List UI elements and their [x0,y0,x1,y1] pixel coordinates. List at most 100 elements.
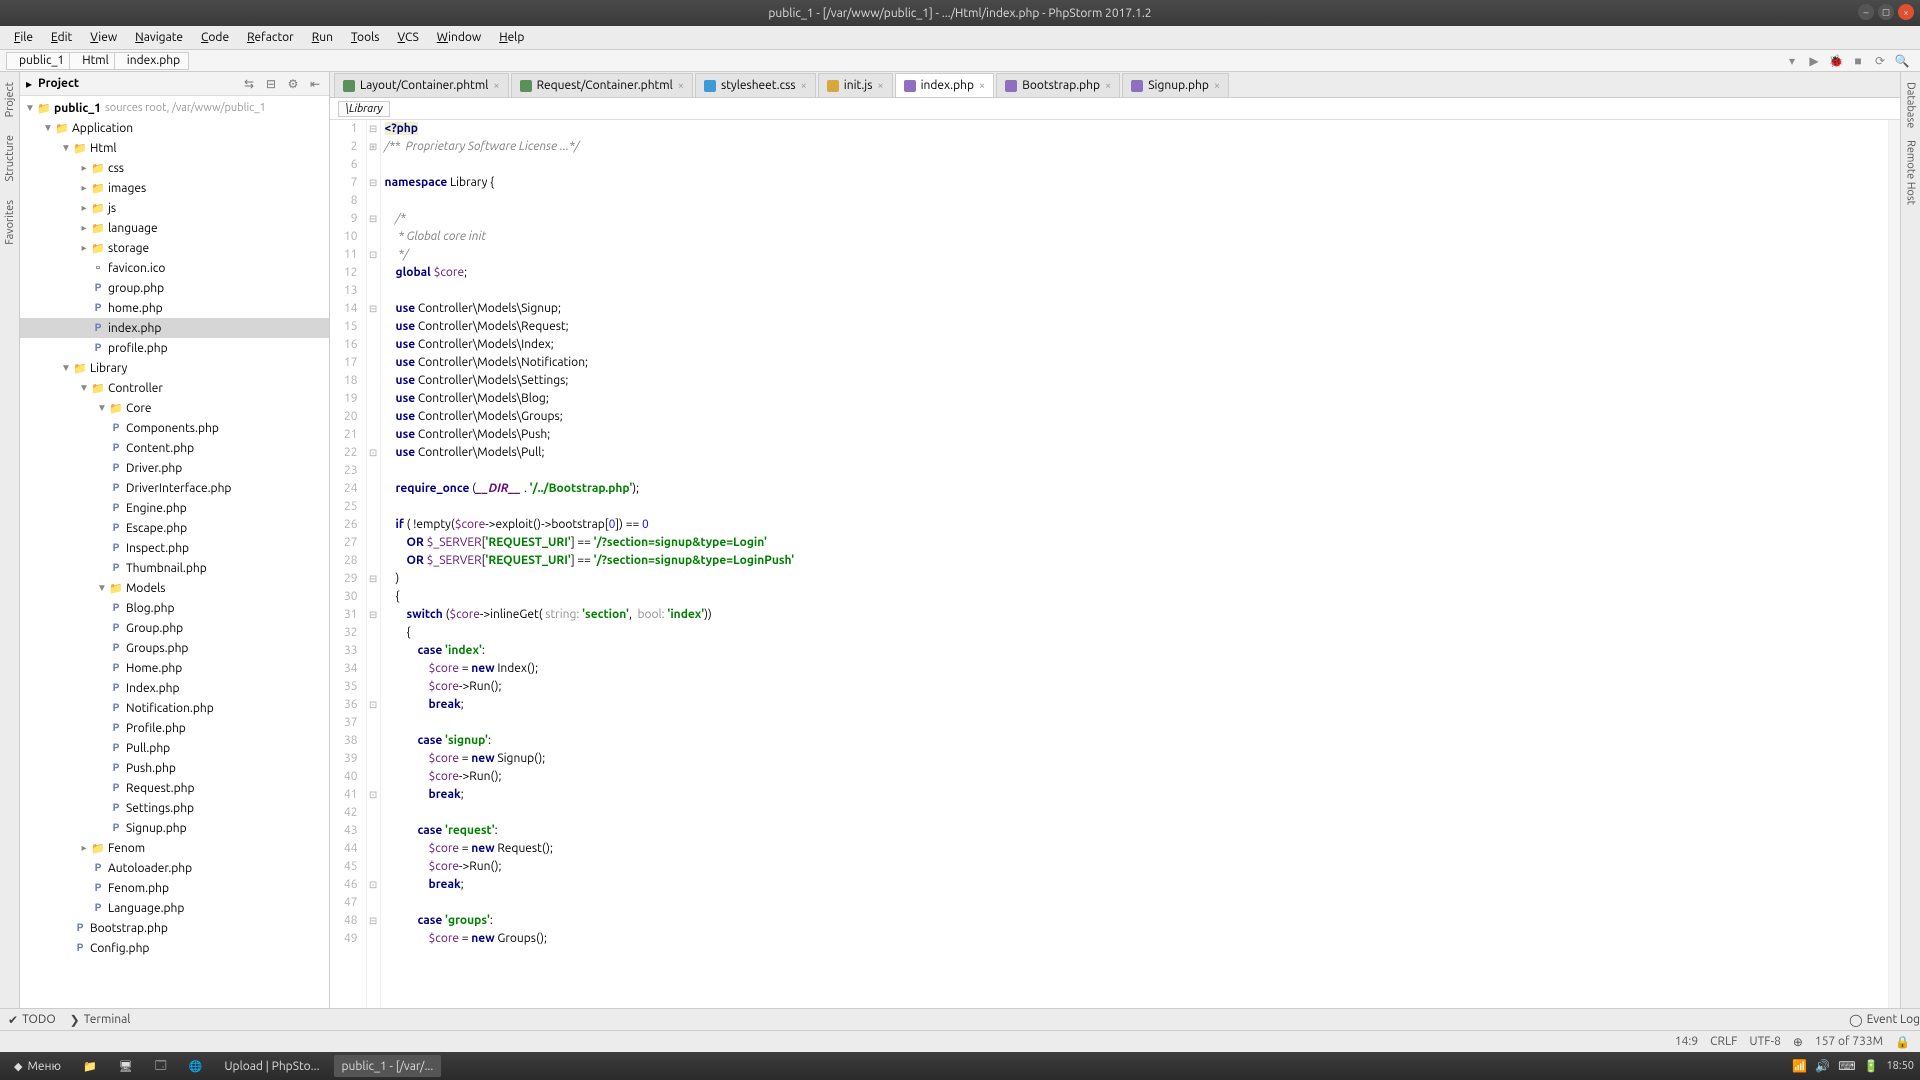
event-log-button[interactable]: ◯Event Log [1849,1013,1920,1027]
tree-file[interactable]: Pindex.php [20,318,329,338]
menu-run[interactable]: Run [304,29,341,46]
menu-view[interactable]: View [82,29,125,46]
close-tab-icon[interactable]: × [493,80,499,92]
editor-tab[interactable]: stylesheet.css× [695,73,816,97]
menu-tools[interactable]: Tools [343,29,388,46]
tray-volume-icon[interactable]: 🔊 [1815,1059,1830,1073]
editor-tab[interactable]: index.php× [895,73,995,97]
taskbar-launcher-1[interactable]: 📁 [75,1055,105,1077]
tree-file[interactable]: PGroup.php [20,618,329,638]
close-tab-icon[interactable]: × [1105,80,1111,92]
os-menu-button[interactable]: ◆ Меню [6,1055,69,1077]
taskbar-launcher-3[interactable]: 🗔 [147,1055,175,1077]
menu-navigate[interactable]: Navigate [127,29,191,46]
tray-battery-icon[interactable]: 🔋 [1864,1059,1879,1073]
code-editor[interactable]: 1267891011121314151617181920212223242526… [330,120,1900,1008]
tree-file[interactable]: PThumbnail.php [20,558,329,578]
maximize-button[interactable]: ◻ [1878,4,1894,20]
tree-folder[interactable]: ▼📁Core [20,398,329,418]
menu-window[interactable]: Window [429,29,489,46]
editor-tab[interactable]: Layout/Container.phtml× [334,73,509,97]
menu-vcs[interactable]: VCS [389,29,426,46]
editor-tab[interactable]: Bootstrap.php× [996,73,1120,97]
tree-file[interactable]: PDriver.php [20,458,329,478]
tree-file[interactable]: PPull.php [20,738,329,758]
tree-file[interactable]: PHome.php [20,658,329,678]
editor-tab[interactable]: Request/Container.phtml× [511,73,693,97]
tree-file[interactable]: PIndex.php [20,678,329,698]
tool-tab-structure[interactable]: Structure [2,129,18,188]
tree-file[interactable]: PProfile.php [20,718,329,738]
autoscroll-icon[interactable]: ⇆ [241,77,257,91]
tree-file[interactable]: PGroups.php [20,638,329,658]
tree-file[interactable]: Pgroup.php [20,278,329,298]
tree-file[interactable]: PNotification.php [20,698,329,718]
tree-file[interactable]: PRequest.php [20,778,329,798]
search-icon[interactable]: 🔍 [1894,53,1910,69]
tray-keyboard-icon[interactable]: ⌨ [1838,1059,1855,1073]
gear-icon[interactable]: ⚙ [285,77,301,91]
tree-file[interactable]: PFenom.php [20,878,329,898]
editor-tab[interactable]: init.js× [818,73,893,97]
tree-file[interactable]: PBlog.php [20,598,329,618]
tool-tab-project[interactable]: Project [2,76,18,123]
tree-folder[interactable]: ▸📁Fenom [20,838,329,858]
collapse-all-icon[interactable]: ⊟ [263,77,279,91]
tree-folder[interactable]: ▸📁storage [20,238,329,258]
tool-tab-favorites[interactable]: Favorites [2,194,18,251]
close-button[interactable]: × [1898,4,1914,20]
menu-help[interactable]: Help [491,29,532,46]
scope-namespace[interactable]: \Library [338,101,390,117]
context-icon[interactable]: ⊕ [1793,1035,1803,1049]
tree-folder[interactable]: ▼📁Application [20,118,329,138]
run-config-dropdown-icon[interactable]: ▾ [1784,53,1800,69]
line-separator[interactable]: CRLF [1710,1035,1737,1048]
update-icon[interactable]: ⟳ [1872,53,1888,69]
tree-file[interactable]: PAutoloader.php [20,858,329,878]
close-tab-icon[interactable]: × [877,80,883,92]
error-stripe[interactable] [1888,120,1900,1008]
tree-folder[interactable]: ▼📁Library [20,358,329,378]
tree-file[interactable]: PBootstrap.php [20,918,329,938]
tree-file[interactable]: PEngine.php [20,498,329,518]
lock-icon[interactable]: 🔒 [1895,1035,1910,1049]
tray-clock[interactable]: 18:50 [1886,1060,1914,1072]
taskbar-launcher-4[interactable]: 🌐 [181,1055,211,1077]
close-tab-icon[interactable]: × [801,80,807,92]
tree-folder[interactable]: ▼📁Controller [20,378,329,398]
tree-file[interactable]: ▫favicon.ico [20,258,329,278]
breadcrumb-item[interactable]: Html [69,52,118,70]
tree-file[interactable]: PConfig.php [20,938,329,958]
tree-file[interactable]: PSettings.php [20,798,329,818]
tool-tab-remote-host[interactable]: Remote Host [1903,134,1919,211]
tree-folder[interactable]: ▸📁language [20,218,329,238]
close-tab-icon[interactable]: × [979,80,985,92]
fold-gutter[interactable]: ⊟⊞⊟⊟⊡⊟⊡⊟⊟⊡⊡⊡⊟ [367,120,381,1008]
file-encoding[interactable]: UTF-8 [1749,1035,1780,1048]
project-root[interactable]: ▼📁 public_1 sources root, /var/www/publi… [20,98,329,118]
debug-icon[interactable]: 🐞 [1828,53,1844,69]
hide-icon[interactable]: ⇤ [307,77,323,91]
taskbar-app-1[interactable]: Upload | PhpSto... [216,1055,327,1077]
tree-file[interactable]: PContent.php [20,438,329,458]
breadcrumb-item[interactable]: public_1 [6,52,73,70]
tree-file[interactable]: PDriverInterface.php [20,478,329,498]
close-tab-icon[interactable]: × [1214,80,1220,92]
breadcrumb-item[interactable]: index.php [114,52,189,70]
tree-file[interactable]: Phome.php [20,298,329,318]
taskbar-launcher-2[interactable]: 🖥 [111,1055,141,1077]
menu-refactor[interactable]: Refactor [239,29,302,46]
todo-tool-button[interactable]: ✔TODO [8,1013,56,1027]
tool-tab-database[interactable]: Database [1903,76,1919,134]
tray-network-icon[interactable]: 📶 [1792,1059,1807,1073]
tree-folder[interactable]: ▸📁js [20,198,329,218]
minimize-button[interactable]: – [1858,4,1874,20]
tree-folder[interactable]: ▼📁Models [20,578,329,598]
terminal-tool-button[interactable]: ❯Terminal [70,1013,131,1027]
stop-icon[interactable]: ■ [1850,53,1866,69]
tree-file[interactable]: Pprofile.php [20,338,329,358]
run-icon[interactable]: ▶ [1806,53,1822,69]
editor-tab[interactable]: Signup.php× [1122,73,1229,97]
close-tab-icon[interactable]: × [678,80,684,92]
tree-file[interactable]: PSignup.php [20,818,329,838]
